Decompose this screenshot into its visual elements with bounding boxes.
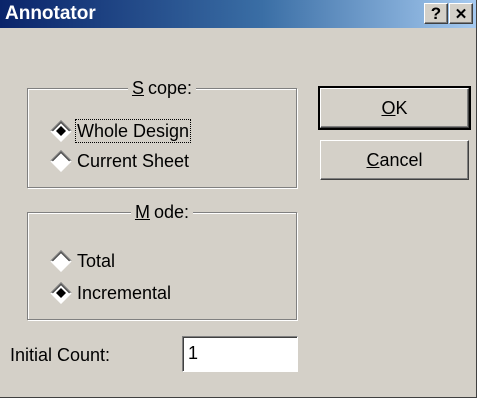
radio-unselected-icon [50,150,72,172]
help-button[interactable]: ? [424,3,448,24]
radio-current-sheet[interactable]: Current Sheet [50,149,190,173]
close-icon: ✕ [454,6,468,23]
radio-incremental-label: Incremental [77,283,172,303]
radio-incremental[interactable]: Incremental [50,281,172,305]
ok-label-rest: K [395,98,408,118]
cancel-mnemonic: C [366,150,380,170]
radio-selected-icon [50,282,72,304]
radio-selected-icon [50,120,72,142]
ok-button[interactable]: OK [318,86,471,130]
initial-count-input[interactable]: 1 [182,336,298,372]
scope-group: Scope: Whole Design Current Sheet [27,78,297,188]
title-bar[interactable]: Annotator ? ✕ [0,0,476,28]
radio-total-label: Total [77,251,116,271]
annotator-dialog: Annotator ? ✕ Scope: Whole Design Curren… [0,0,477,398]
radio-whole-design[interactable]: Whole Design [50,119,192,143]
scope-group-label: Scope: [28,78,296,98]
radio-unselected-icon [50,250,72,272]
radio-whole-design-label: Whole Design [74,119,192,143]
dialog-title: Annotator [5,3,96,24]
ok-mnemonic: O [381,98,396,118]
radio-total[interactable]: Total [50,249,116,273]
initial-count-label: Initial Count: [10,345,111,365]
close-button[interactable]: ✕ [449,3,473,24]
cancel-button[interactable]: Cancel [320,140,469,180]
mode-group: Mode: Total Incremental [27,202,297,320]
radio-current-sheet-label: Current Sheet [77,151,190,171]
mode-group-label: Mode: [28,202,296,222]
cancel-label-rest: ancel [379,150,423,170]
